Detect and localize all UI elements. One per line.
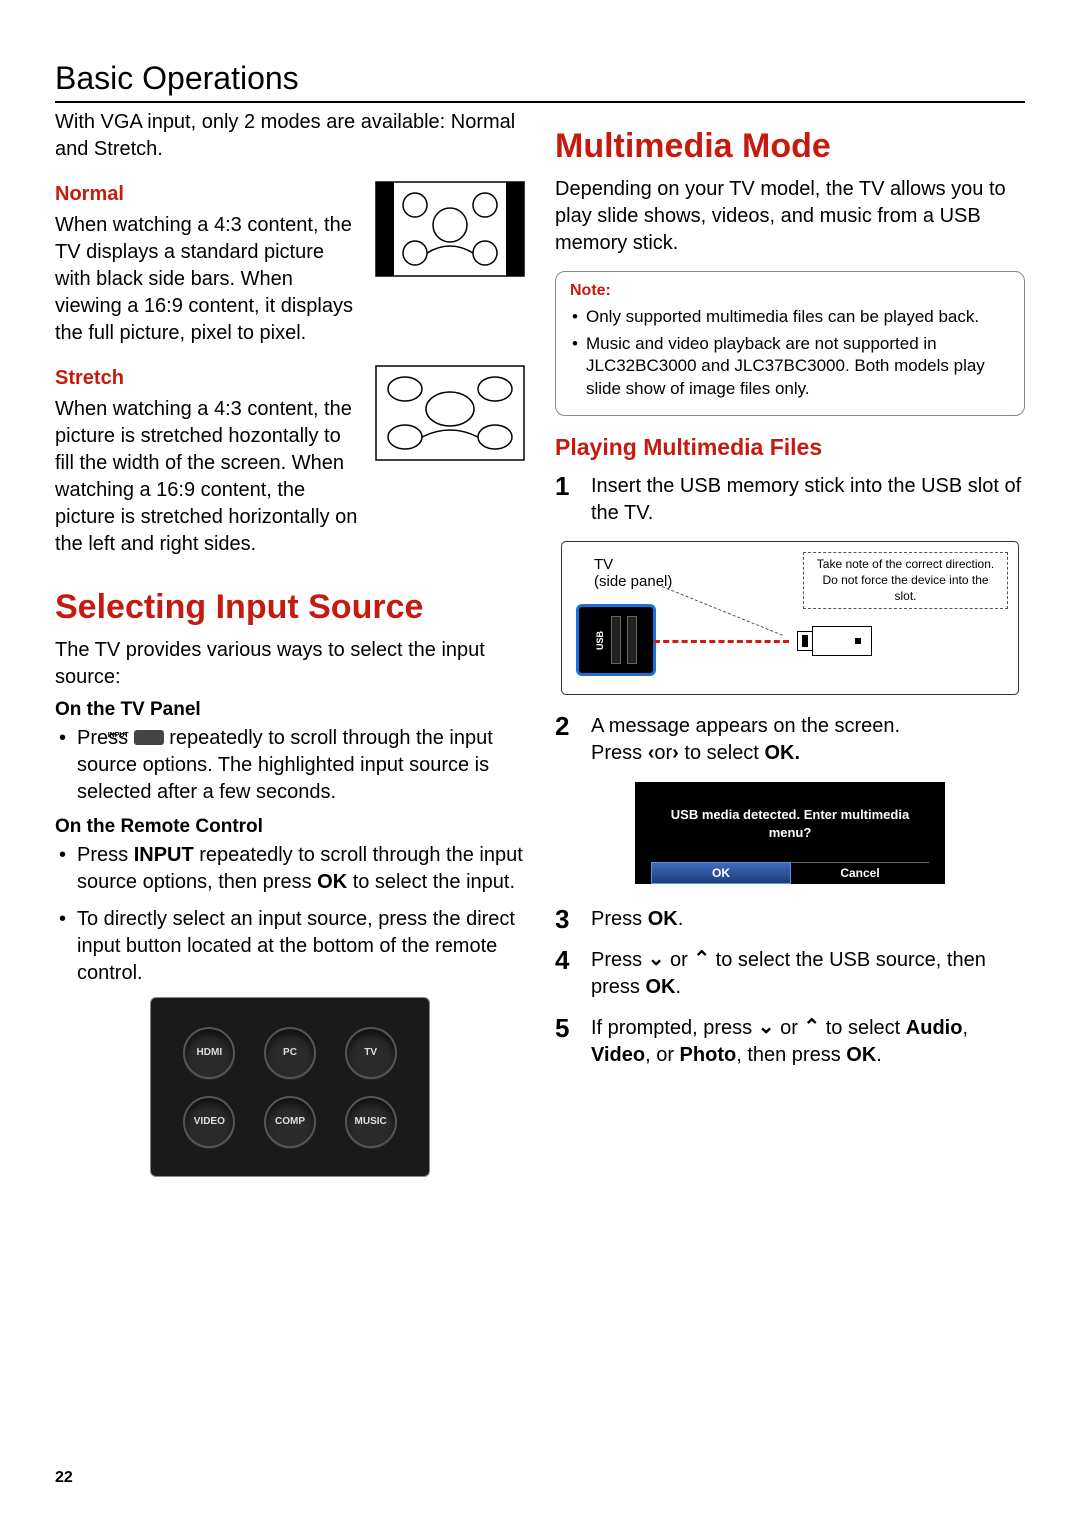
step-5-num: 5 bbox=[555, 1015, 577, 1069]
usb-callout: Take note of the correct direction. Do n… bbox=[803, 552, 1008, 609]
chevron-right-icon: › bbox=[672, 740, 679, 767]
multimedia-heading: Multimedia Mode bbox=[555, 127, 1025, 166]
remote-btn-music: MUSIC bbox=[345, 1096, 397, 1148]
page-number: 22 bbox=[55, 1469, 73, 1487]
chevron-up-icon: ⌃ bbox=[693, 946, 710, 973]
remote-btn-hdmi: HDMI bbox=[183, 1027, 235, 1079]
stretch-diagram bbox=[375, 365, 525, 461]
normal-heading: Normal bbox=[55, 181, 361, 208]
chevron-up-icon: ⌃ bbox=[803, 1014, 820, 1041]
chevron-down-icon: ⌄ bbox=[758, 1014, 775, 1041]
right-column: Multimedia Mode Depending on your TV mod… bbox=[555, 109, 1025, 1177]
note-item-2: Music and video playback are not support… bbox=[586, 333, 1012, 402]
note-item-1: Only supported multimedia files can be p… bbox=[586, 306, 1012, 329]
step-3-num: 3 bbox=[555, 906, 577, 933]
dialog-message: USB media detected. Enter multimedia men… bbox=[651, 806, 929, 842]
remote-bullet-1: Press INPUT repeatedly to scroll through… bbox=[73, 842, 525, 896]
usb-port-icon: USB bbox=[576, 604, 656, 676]
dialog-ok-button: OK bbox=[651, 862, 791, 884]
step-1-text: Insert the USB memory stick into the USB… bbox=[591, 473, 1025, 527]
usb-callout-line bbox=[662, 586, 783, 636]
chevron-down-icon: ⌄ bbox=[648, 946, 665, 973]
step-4-num: 4 bbox=[555, 947, 577, 1001]
stretch-heading: Stretch bbox=[55, 365, 361, 392]
usb-diagram: TV (side panel) Take note of the correct… bbox=[561, 541, 1019, 695]
step-1-num: 1 bbox=[555, 473, 577, 527]
remote-btn-tv: TV bbox=[345, 1027, 397, 1079]
remote-btn-video: VIDEO bbox=[183, 1096, 235, 1148]
input-key-icon bbox=[134, 730, 164, 745]
tv-panel-bullet: Press repeatedly to scroll through the i… bbox=[73, 725, 525, 806]
step-2-text: A message appears on the screen. Press ‹… bbox=[591, 713, 1025, 767]
normal-diagram bbox=[375, 181, 525, 277]
usb-arrow bbox=[654, 640, 789, 643]
left-column: With VGA input, only 2 modes are availab… bbox=[55, 109, 525, 1177]
multimedia-intro: Depending on your TV model, the TV allow… bbox=[555, 176, 1025, 257]
usb-dialog: USB media detected. Enter multimedia men… bbox=[635, 782, 945, 884]
chevron-left-icon: ‹ bbox=[648, 740, 655, 767]
normal-text: When watching a 4:3 content, the TV disp… bbox=[55, 212, 361, 347]
dialog-cancel-button: Cancel bbox=[791, 862, 929, 884]
step-4-text: Press ⌄ or ⌃ to select the USB source, t… bbox=[591, 947, 1025, 1001]
remote-heading: On the Remote Control bbox=[55, 816, 525, 838]
remote-btn-comp: COMP bbox=[264, 1096, 316, 1148]
playing-files-heading: Playing Multimedia Files bbox=[555, 434, 1025, 461]
tv-panel-heading: On the TV Panel bbox=[55, 699, 525, 721]
selecting-input-heading: Selecting Input Source bbox=[55, 588, 525, 627]
stretch-text: When watching a 4:3 content, the picture… bbox=[55, 396, 361, 558]
page-title: Basic Operations bbox=[55, 60, 1025, 103]
note-box: Note: Only supported multimedia files ca… bbox=[555, 271, 1025, 416]
step-5-text: If prompted, press ⌄ or ⌃ to select Audi… bbox=[591, 1015, 1025, 1069]
remote-diagram: HDMI PC TV VIDEO COMP MUSIC bbox=[150, 997, 430, 1177]
selecting-input-intro: The TV provides various ways to select t… bbox=[55, 637, 525, 691]
step-3-text: Press OK. bbox=[591, 906, 1025, 933]
remote-btn-pc: PC bbox=[264, 1027, 316, 1079]
vga-intro: With VGA input, only 2 modes are availab… bbox=[55, 109, 525, 163]
remote-bullet-2: To directly select an input source, pres… bbox=[73, 906, 525, 987]
usb-stick-icon bbox=[812, 626, 872, 656]
step-2-num: 2 bbox=[555, 713, 577, 767]
note-title: Note: bbox=[570, 280, 1012, 302]
